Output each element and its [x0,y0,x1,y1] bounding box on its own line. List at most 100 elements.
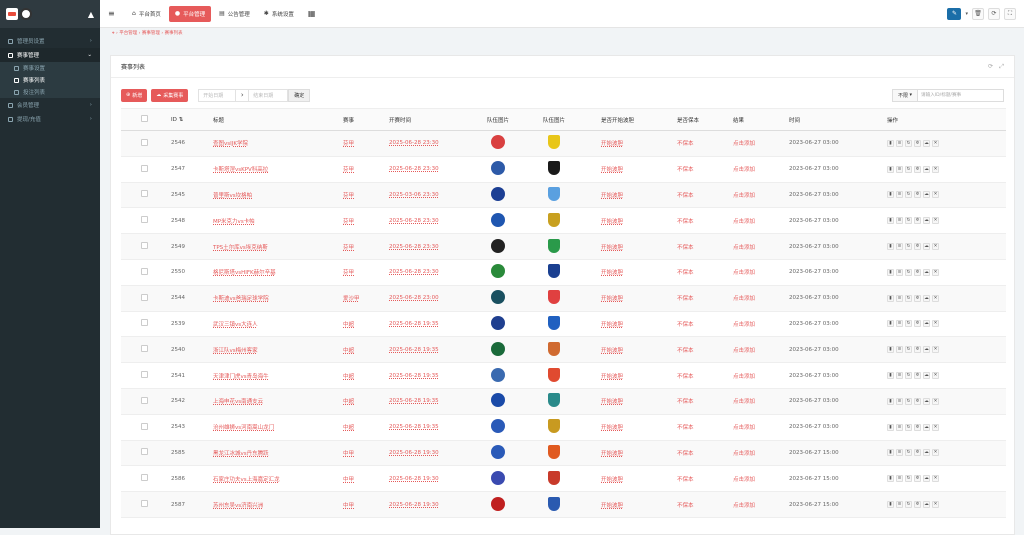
list-icon[interactable]: ≡ [896,372,903,380]
cloud-icon[interactable]: ☁ [923,346,930,354]
cloud-icon[interactable]: ☁ [923,165,930,173]
dropdown-caret-icon[interactable]: ▾ [965,11,968,17]
row-league-link[interactable]: 芬甲 [343,156,389,183]
row-title-link[interactable]: 浙江队vs梅州客家 [213,336,343,364]
start-date-input[interactable]: 开始日期 [198,88,237,102]
chart-icon[interactable]: ▮ [887,449,894,457]
tab-platform[interactable]: ● 平台管理 [168,5,212,22]
refresh-icon[interactable]: ↻ [905,320,912,328]
list-icon[interactable]: ≡ [896,423,903,431]
settings-icon[interactable]: ✲ [914,449,921,457]
breadcrumb-item[interactable]: 赛事列表 [165,31,183,36]
settings-icon[interactable]: ✲ [914,346,921,354]
row-keep-status[interactable]: 不保本 [677,311,733,338]
row-checkbox[interactable] [141,448,148,456]
row-league-link[interactable]: 中超 [343,311,389,338]
row-result-link[interactable]: 点击添加 [733,207,789,235]
row-result-link[interactable]: 点击添加 [733,156,789,183]
settings-icon[interactable]: ✲ [914,217,921,225]
row-start-time-link[interactable]: 2025-06-28 23:30 [389,233,487,260]
row-title-link[interactable]: 查图vsIJK学院 [213,130,343,157]
delete-icon[interactable]: ✕ [932,372,939,380]
row-start-time-link[interactable]: 2025-06-28 23:30 [389,156,487,183]
refresh-icon[interactable]: ↻ [905,372,912,380]
row-league-link[interactable]: 中超 [343,388,389,415]
row-checkbox[interactable] [141,216,148,224]
row-open-score-link[interactable]: 开始波胆 [601,156,677,183]
row-league-link[interactable]: 爱沙甲 [343,285,389,312]
row-keep-status[interactable]: 不保本 [677,156,733,183]
row-keep-status[interactable]: 不保本 [677,233,733,260]
delete-icon[interactable]: ✕ [932,320,939,328]
cloud-icon[interactable]: ☁ [923,139,930,147]
row-title-link[interactable]: MP米克力vs卡帕 [213,207,343,235]
refresh-icon[interactable]: ↻ [905,475,912,483]
sidebar-item-members[interactable]: 会员管理 › [0,98,100,112]
row-title-link[interactable]: 卡斯迪vs爸瑞足球学院 [213,285,343,312]
chart-icon[interactable]: ▮ [887,217,894,225]
row-keep-status[interactable]: 不保本 [677,362,733,389]
row-result-link[interactable]: 点击添加 [733,414,789,441]
row-open-score-link[interactable]: 开始波胆 [601,207,677,235]
row-start-time-link[interactable]: 2025-06-28 19:30 [389,465,487,493]
row-result-link[interactable]: 点击添加 [733,362,789,389]
delete-icon[interactable]: ✕ [932,449,939,457]
cloud-icon[interactable]: ☁ [923,501,930,509]
row-start-time-link[interactable]: 2025-03-06 23:30 [389,182,487,209]
row-keep-status[interactable]: 不保本 [677,130,733,157]
row-title-link[interactable]: 沧州雄狮vs河南嵩山龙门 [213,414,343,441]
cloud-icon[interactable]: ☁ [923,449,930,457]
row-result-link[interactable]: 点击添加 [733,182,789,209]
row-open-score-link[interactable]: 开始波胆 [601,388,677,415]
row-result-link[interactable]: 点击添加 [733,311,789,338]
cloud-icon[interactable]: ☁ [923,217,930,225]
refresh-icon[interactable]: ↻ [905,449,912,457]
row-keep-status[interactable]: 不保本 [677,440,733,467]
row-checkbox[interactable] [141,293,148,301]
row-open-score-link[interactable]: 开始波胆 [601,311,677,338]
refresh-icon[interactable]: ↻ [905,501,912,509]
row-start-time-link[interactable]: 2025-06-28 19:35 [389,336,487,364]
row-keep-status[interactable]: 不保本 [677,259,733,286]
col-id[interactable]: ID ⇅ [171,108,213,131]
menu-toggle-icon[interactable]: ≡ [108,9,116,18]
row-keep-status[interactable]: 不保本 [677,465,733,493]
refresh-icon[interactable]: ⟳ [988,63,993,71]
row-start-time-link[interactable]: 2025-06-28 23:30 [389,259,487,286]
end-date-input[interactable]: 结束日期 [248,88,289,102]
row-keep-status[interactable]: 不保本 [677,491,733,518]
cloud-icon[interactable]: ☁ [923,191,930,199]
list-icon[interactable]: ≡ [896,475,903,483]
row-title-link[interactable]: TPS土尔库vs埃克纳斯 [213,233,343,260]
sidebar-item-events[interactable]: 赛事管理 ⌄ [0,48,100,62]
theme-button[interactable]: ✎ [947,7,962,20]
cloud-icon[interactable]: ☁ [923,243,930,251]
refresh-icon[interactable]: ↻ [905,165,912,173]
chart-icon[interactable]: ▮ [887,346,894,354]
row-keep-status[interactable]: 不保本 [677,285,733,312]
delete-icon[interactable]: ✕ [932,165,939,173]
add-button[interactable]: ⊕ 新增 [121,88,148,102]
row-keep-status[interactable]: 不保本 [677,414,733,441]
row-start-time-link[interactable]: 2025-06-28 19:35 [389,388,487,415]
row-title-link[interactable]: 黑龙江冰城vs丹东腾跃 [213,440,343,467]
refresh-icon[interactable]: ↻ [905,243,912,251]
chart-icon[interactable]: ▮ [887,475,894,483]
row-open-score-link[interactable]: 开始波胆 [601,182,677,209]
row-keep-status[interactable]: 不保本 [677,388,733,415]
list-icon[interactable]: ≡ [896,268,903,276]
sidebar-item-finance[interactable]: 提现/充值 › [0,112,100,126]
row-checkbox[interactable] [141,242,148,250]
tab-system[interactable]: ✱ 系统设置 [258,6,300,22]
chart-icon[interactable]: ▮ [887,501,894,509]
refresh-icon[interactable]: ↻ [905,423,912,431]
row-checkbox[interactable] [141,164,148,172]
cloud-icon[interactable]: ☁ [923,294,930,302]
chart-icon[interactable]: ▮ [887,423,894,431]
breadcrumb-item[interactable]: 平台管理 [119,31,137,36]
list-icon[interactable]: ≡ [896,165,903,173]
delete-icon[interactable]: ✕ [932,139,939,147]
chart-icon[interactable]: ▮ [887,243,894,251]
row-result-link[interactable]: 点击添加 [733,285,789,312]
row-start-time-link[interactable]: 2025-06-28 19:35 [389,362,487,389]
